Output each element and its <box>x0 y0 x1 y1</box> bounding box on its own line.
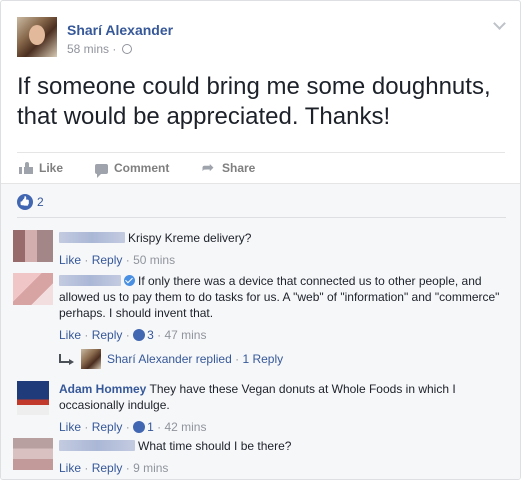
comment-actions: Like · Reply · 9 mins <box>59 461 169 475</box>
comment-like-count[interactable]: 1 <box>147 420 154 434</box>
author-avatar[interactable] <box>17 17 57 57</box>
divider <box>17 217 506 218</box>
avatar <box>81 349 101 369</box>
comment-body: Adam Hommey They have these Vegan donuts… <box>59 381 509 413</box>
comment-reply-link[interactable]: Reply <box>92 420 123 434</box>
post-time[interactable]: 58 mins <box>67 42 109 56</box>
action-bar: Like Comment Share <box>17 152 505 183</box>
comment-label: Comment <box>114 161 170 175</box>
comment-time[interactable]: 50 mins <box>133 253 175 267</box>
comment-like-link[interactable]: Like <box>59 420 81 434</box>
comment-button[interactable]: Comment <box>95 161 170 178</box>
redacted-name[interactable] <box>59 440 135 451</box>
like-reaction-icon <box>133 329 146 341</box>
comment-icon <box>95 164 108 178</box>
avatar[interactable] <box>17 381 49 415</box>
like-reaction-icon <box>133 421 146 433</box>
reactions-summary[interactable]: 2 <box>17 194 44 212</box>
comment-reply-link[interactable]: Reply <box>92 253 123 267</box>
comment-body: What time should I be there? <box>59 438 509 454</box>
comment-reply-link[interactable]: Reply <box>92 328 123 342</box>
post-card: Sharí Alexander 58 mins · If someone cou… <box>0 0 521 480</box>
author-name[interactable]: Sharí Alexander <box>67 22 173 38</box>
comment-reply-link[interactable]: Reply <box>92 461 123 475</box>
avatar[interactable] <box>13 273 53 305</box>
comment-actions: Like · Reply · 1 · 42 mins <box>59 420 207 434</box>
globe-icon[interactable] <box>121 44 132 54</box>
like-reaction-icon <box>17 194 33 210</box>
post-meta: 58 mins · <box>67 42 132 56</box>
comment-like-link[interactable]: Like <box>59 253 81 267</box>
comments-section: 2 Krispy Kreme delivery? Like · Reply · … <box>1 183 520 479</box>
comment-actions: Like · Reply · 3 · 47 mins <box>59 328 207 342</box>
comment-time[interactable]: 42 mins <box>164 420 206 434</box>
post-header: Sharí Alexander 58 mins · <box>17 17 507 59</box>
like-label: Like <box>39 161 64 175</box>
redacted-name[interactable] <box>59 275 121 286</box>
replies-summary[interactable]: Sharí Alexander replied · 1 Reply <box>59 349 283 369</box>
post-text: If someone could bring me some doughnuts… <box>17 73 491 130</box>
like-button[interactable]: Like <box>19 161 63 175</box>
reply-author[interactable]: Sharí Alexander <box>107 352 192 366</box>
comment-text: What time should I be there? <box>138 439 292 453</box>
chevron-down-icon[interactable] <box>493 19 507 33</box>
share-button[interactable]: Share <box>202 159 256 176</box>
avatar[interactable] <box>13 230 53 262</box>
verified-icon <box>124 275 135 286</box>
comment-author[interactable]: Adam Hommey <box>59 382 146 396</box>
redacted-name[interactable] <box>59 232 125 243</box>
comment-time[interactable]: 47 mins <box>164 328 206 342</box>
comment-text: Krispy Kreme delivery? <box>128 231 252 245</box>
reply-arrow-icon <box>59 354 74 365</box>
comment-like-link[interactable]: Like <box>59 461 81 475</box>
comment-like-count[interactable]: 3 <box>147 328 154 342</box>
comment-body: If only there was a device that connecte… <box>59 273 509 321</box>
share-icon <box>202 159 216 176</box>
comment-body: Krispy Kreme delivery? <box>59 230 509 246</box>
meta-separator: · <box>112 42 117 56</box>
comment-like-link[interactable]: Like <box>59 328 81 342</box>
comment-actions: Like · Reply · 50 mins <box>59 253 176 267</box>
avatar[interactable] <box>13 438 53 470</box>
comment-time[interactable]: 9 mins <box>133 461 168 475</box>
reply-action: replied <box>195 352 232 366</box>
thumbs-up-icon <box>19 162 33 174</box>
share-label: Share <box>222 161 256 175</box>
reaction-count: 2 <box>37 195 44 209</box>
reply-count[interactable]: 1 Reply <box>242 352 283 366</box>
